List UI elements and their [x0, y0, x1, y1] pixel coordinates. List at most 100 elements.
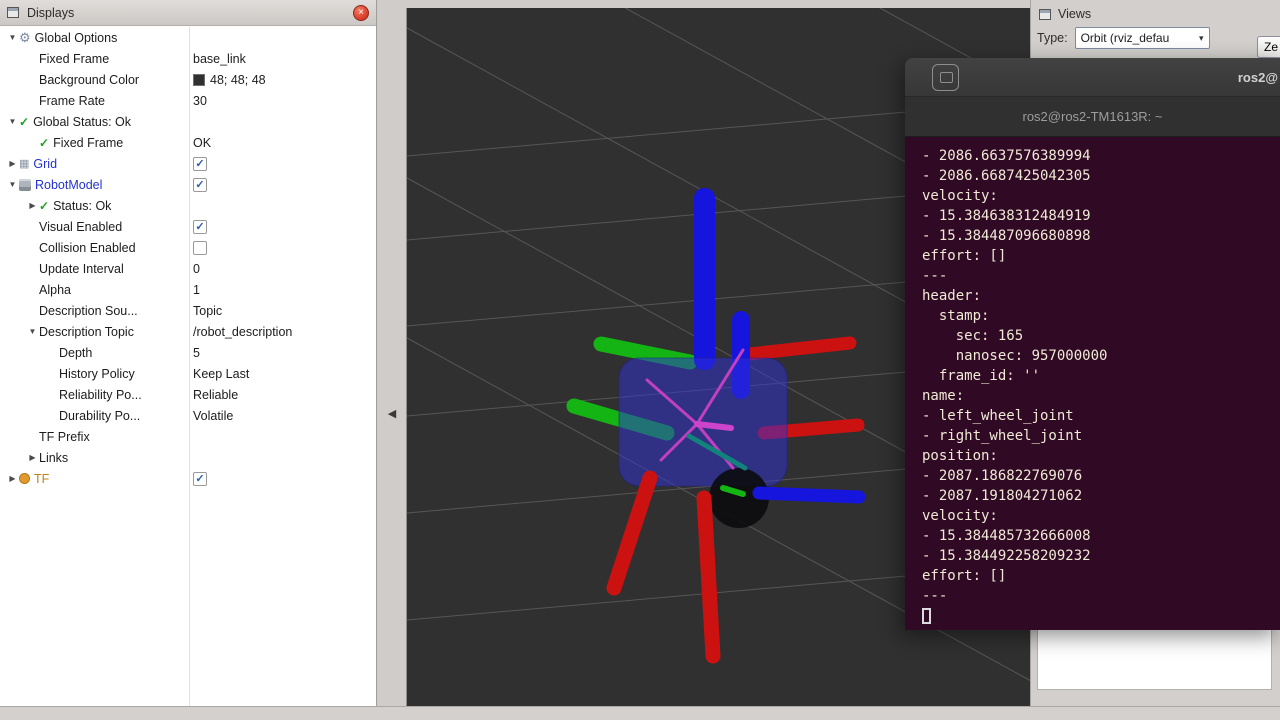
row-label-cell: Collision Enabled — [0, 241, 189, 255]
terminal-line: effort: [] — [922, 566, 1280, 586]
check-icon: ✓ — [39, 137, 49, 149]
gear-icon: ⚙ — [19, 32, 31, 44]
terminal-line: velocity: — [922, 506, 1280, 526]
row-label-cell: ▼Description Topic — [0, 325, 189, 339]
terminal-line: header: — [922, 286, 1280, 306]
row-value: 30 — [193, 90, 207, 111]
row-value: 1 — [193, 279, 200, 300]
tree-row-tf-prefix[interactable]: TF Prefix — [0, 426, 376, 447]
displays-panel-titlebar[interactable]: Displays × — [0, 0, 376, 26]
value-text: Topic — [193, 304, 222, 318]
tree-row-collision-enabled[interactable]: Collision Enabled — [0, 237, 376, 258]
terminal-line: --- — [922, 586, 1280, 606]
expanded-arrow-icon[interactable]: ▼ — [26, 327, 39, 336]
collapsed-arrow-icon[interactable]: ▶ — [26, 201, 39, 210]
checkbox-checked[interactable]: ✓ — [193, 178, 207, 192]
terminal-line: - 15.384487096680898 — [922, 226, 1280, 246]
row-label: Depth — [59, 346, 92, 360]
tree-row-robotmodel[interactable]: ▼ RobotModel ✓ — [0, 174, 376, 195]
row-label: Links — [39, 451, 68, 465]
row-value: ✓ — [193, 468, 207, 489]
tree-row-global-status-ok[interactable]: ▼✓Global Status: Ok — [0, 111, 376, 132]
terminal-line: position: — [922, 446, 1280, 466]
tree-row-fixed-frame[interactable]: Fixed Framebase_link — [0, 48, 376, 69]
row-value: OK — [193, 132, 211, 153]
row-label-cell: Background Color — [0, 73, 189, 87]
checkbox-checked[interactable]: ✓ — [193, 220, 207, 234]
row-label-cell: ▼✓Global Status: Ok — [0, 115, 189, 129]
tree-row-depth[interactable]: Depth 5 — [0, 342, 376, 363]
collapse-panel-arrow-icon[interactable]: ◀ — [384, 402, 400, 426]
terminal-output[interactable]: - 2086.6637576389994- 2086.6687425042305… — [905, 137, 1280, 630]
panel-splitter[interactable]: ◀ — [377, 0, 406, 706]
displays-panel-icon — [7, 7, 19, 18]
color-swatch — [193, 74, 205, 86]
value-text: 48; 48; 48 — [210, 73, 266, 87]
terminal-line: name: — [922, 386, 1280, 406]
row-value: ✓ — [193, 216, 207, 237]
row-label: RobotModel — [35, 178, 102, 192]
row-value: Topic — [193, 300, 222, 321]
row-label: Durability Po... — [59, 409, 140, 423]
terminal-tab[interactable]: ros2@ros2-TM1613R: ~ — [1023, 109, 1163, 124]
row-label-cell: Visual Enabled — [0, 220, 189, 234]
views-panel-icon — [1039, 9, 1051, 20]
tree-row-background-color[interactable]: Background Color 48; 48; 48 — [0, 69, 376, 90]
tree-row-tf[interactable]: ▶TF✓ — [0, 468, 376, 489]
view-type-label: Type: — [1037, 31, 1068, 45]
checkbox-checked[interactable]: ✓ — [193, 157, 207, 171]
expanded-arrow-icon[interactable]: ▼ — [6, 33, 19, 42]
terminal-line: - 2086.6687425042305 — [922, 166, 1280, 186]
tree-row-description-topic[interactable]: ▼Description Topic/robot_description — [0, 321, 376, 342]
row-value: 0 — [193, 258, 200, 279]
terminal-line: sec: 165 — [922, 326, 1280, 346]
tree-row-grid[interactable]: ▶▦Grid✓ — [0, 153, 376, 174]
collapsed-arrow-icon[interactable]: ▶ — [6, 474, 19, 483]
row-label-cell: Depth — [0, 346, 189, 360]
terminal-line: velocity: — [922, 186, 1280, 206]
tree-row-fixed-frame[interactable]: ✓ Fixed Frame OK — [0, 132, 376, 153]
tree-row-visual-enabled[interactable]: Visual Enabled ✓ — [0, 216, 376, 237]
tree-row-links[interactable]: ▶Links — [0, 447, 376, 468]
tree-row-frame-rate[interactable]: Frame Rate30 — [0, 90, 376, 111]
zero-button[interactable]: Ze — [1257, 36, 1280, 58]
tree-row-status-ok[interactable]: ▶✓Status: Ok — [0, 195, 376, 216]
expanded-arrow-icon[interactable]: ▼ — [6, 117, 19, 126]
row-value: 48; 48; 48 — [193, 69, 266, 90]
tree-row-update-interval[interactable]: Update Interval0 — [0, 258, 376, 279]
tree-row-description-sou-[interactable]: Description Sou...Topic — [0, 300, 376, 321]
row-label: Fixed Frame — [53, 136, 123, 150]
row-label: TF Prefix — [39, 430, 90, 444]
terminal-window: ros2@ ros2@ros2-TM1613R: ~ - 2086.663757… — [905, 58, 1280, 630]
collapsed-arrow-icon[interactable]: ▶ — [6, 159, 19, 168]
view-type-dropdown[interactable]: Orbit (rviz_defau ▾ — [1075, 27, 1210, 49]
new-tab-button[interactable] — [932, 64, 959, 91]
expanded-arrow-icon[interactable]: ▼ — [6, 180, 19, 189]
tree-row-global-options[interactable]: ▼⚙ Global Options — [0, 27, 376, 48]
row-label-cell: ✓ Fixed Frame — [0, 136, 189, 150]
view-type-value: Orbit (rviz_defau — [1081, 31, 1170, 45]
value-text: Keep Last — [193, 367, 249, 381]
tree-row-reliability-po-[interactable]: Reliability Po...Reliable — [0, 384, 376, 405]
tree-row-alpha[interactable]: Alpha 1 — [0, 279, 376, 300]
close-displays-button[interactable]: × — [353, 5, 369, 21]
terminal-line: nanosec: 957000000 — [922, 346, 1280, 366]
collapsed-arrow-icon[interactable]: ▶ — [26, 453, 39, 462]
terminal-titlebar[interactable]: ros2@ — [905, 58, 1280, 97]
row-label: Global Options — [35, 31, 118, 45]
views-panel-header[interactable]: Views — [1031, 0, 1280, 24]
robot-icon — [19, 179, 31, 191]
row-value: Volatile — [193, 405, 233, 426]
row-label-cell: Reliability Po... — [0, 388, 189, 402]
row-label: Reliability Po... — [59, 388, 142, 402]
tree-row-durability-po-[interactable]: Durability Po... Volatile — [0, 405, 376, 426]
terminal-window-title: ros2@ — [1238, 70, 1278, 85]
terminal-prompt-line — [922, 606, 1280, 626]
checkbox-checked[interactable]: ✓ — [193, 472, 207, 486]
row-value — [193, 237, 207, 258]
row-value: 5 — [193, 342, 200, 363]
checkbox-unchecked[interactable] — [193, 241, 207, 255]
value-text: 0 — [193, 262, 200, 276]
tree-row-history-policy[interactable]: History PolicyKeep Last — [0, 363, 376, 384]
row-label: Alpha — [39, 283, 71, 297]
